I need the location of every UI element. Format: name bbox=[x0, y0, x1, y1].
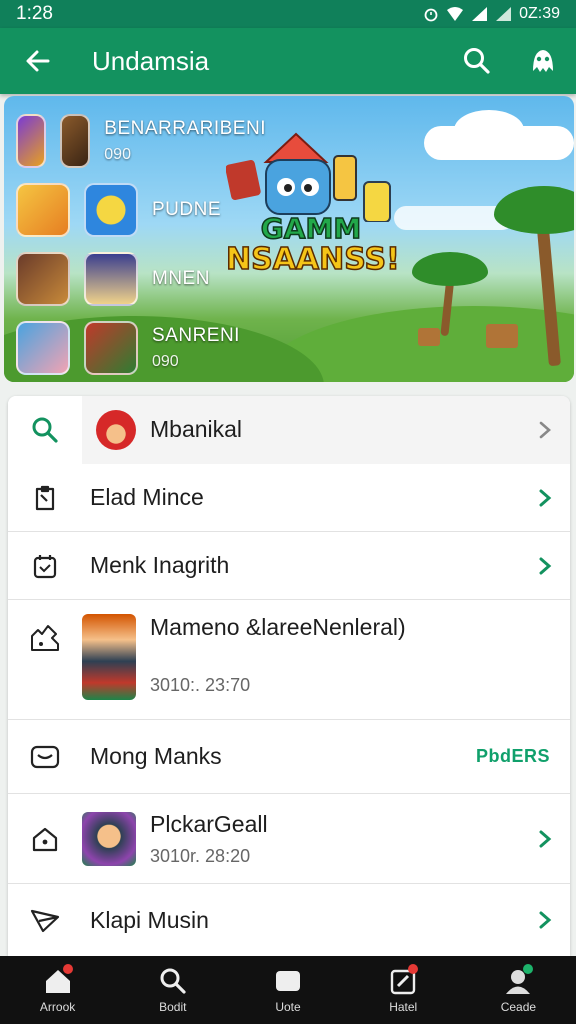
nav-label: Bodit bbox=[159, 1000, 187, 1014]
search-icon bbox=[32, 417, 58, 443]
clipboard-icon bbox=[8, 483, 82, 513]
page-title: Undamsia bbox=[92, 45, 210, 76]
chevron-right-icon bbox=[520, 488, 570, 508]
profile-icon bbox=[501, 964, 535, 996]
arrow-left-icon bbox=[26, 50, 50, 72]
palm-leaves bbox=[494, 186, 574, 234]
nav-item-search[interactable]: Bodit bbox=[115, 956, 230, 1024]
list-item-content: Mameno &lareeNenleral) 3010:. 23:70 bbox=[150, 614, 570, 696]
list-item-label: PlckarGeall bbox=[150, 810, 268, 837]
list-item-timestamp: 3010r. 28:20 bbox=[150, 845, 251, 866]
status-badge: PbdERS bbox=[475, 746, 550, 766]
game-icon bbox=[84, 182, 138, 237]
list-item[interactable]: Mameno &lareeNenleral) 3010:. 23:70 bbox=[8, 600, 570, 720]
app-bar: Undamsia bbox=[0, 28, 576, 94]
battery-text: 0Z:39 bbox=[519, 5, 560, 22]
mascot-icon bbox=[533, 50, 553, 72]
search-icon bbox=[464, 48, 490, 74]
list-item-label: Mong Manks bbox=[90, 743, 222, 769]
search-icon bbox=[156, 966, 190, 996]
notification-dot bbox=[62, 964, 73, 974]
game-logo: GAMM NSAANSS! bbox=[225, 132, 401, 282]
logo-text-bottom: NSAANSS! bbox=[225, 241, 400, 278]
chevron-right-icon bbox=[520, 910, 570, 930]
nav-item-tray[interactable]: Uote bbox=[230, 956, 345, 1024]
puzzle-icon bbox=[8, 614, 82, 654]
game-info: MNEN bbox=[152, 268, 210, 290]
status-bar: 1:28 0Z:39 bbox=[0, 0, 576, 28]
tray-icon bbox=[271, 966, 305, 996]
avatar bbox=[96, 409, 136, 450]
game-icon bbox=[16, 251, 70, 306]
nav-label: Uote bbox=[275, 1000, 301, 1014]
list-item-content: PlckarGeall 3010r. 28:20 bbox=[150, 811, 520, 867]
nav-item-profile[interactable]: Ceade bbox=[461, 956, 576, 1024]
list-item-label: Klapi Musin bbox=[90, 906, 209, 933]
wifi-icon bbox=[447, 7, 464, 21]
list-item[interactable]: PlckarGeall 3010r. 28:20 bbox=[8, 794, 570, 884]
list-item[interactable]: Klapi Musin bbox=[8, 884, 570, 956]
alarm-icon bbox=[424, 8, 438, 22]
game-score: 090 bbox=[152, 352, 179, 370]
list-item[interactable]: Mong Manks PbdERS bbox=[8, 720, 570, 794]
edit-icon bbox=[386, 964, 420, 996]
list-item[interactable]: Elad Mince bbox=[8, 464, 570, 532]
nav-label: Ceade bbox=[500, 1000, 537, 1014]
list-item-label: Menk Inagrith bbox=[90, 552, 230, 578]
signal-2-icon bbox=[496, 7, 512, 21]
game-icon bbox=[84, 251, 138, 306]
hut-decoration bbox=[418, 328, 440, 346]
list-item-label: Mbanikal bbox=[150, 416, 243, 442]
list-item-timestamp: 3010:. 23:70 bbox=[150, 675, 251, 695]
game-name: SANRENI bbox=[152, 324, 240, 346]
nav-item-home[interactable]: Arrook bbox=[0, 956, 115, 1024]
calendar-icon bbox=[8, 551, 82, 581]
nav-label: Arrook bbox=[39, 1000, 76, 1014]
chevron-right-icon bbox=[520, 420, 570, 440]
profile-button[interactable] bbox=[510, 28, 576, 94]
search-button[interactable] bbox=[444, 28, 510, 94]
list-item[interactable]: Menk Inagrith bbox=[8, 532, 570, 600]
status-icons: 0Z:39 bbox=[423, 5, 560, 23]
send-icon bbox=[8, 905, 82, 935]
back-button[interactable] bbox=[0, 28, 76, 94]
mascot-illustration bbox=[226, 132, 391, 222]
game-row[interactable]: SANRENI 090 bbox=[16, 313, 266, 382]
nav-item-edit[interactable]: Hatel bbox=[346, 956, 461, 1024]
search-field[interactable]: Mbanikal bbox=[82, 396, 570, 464]
nav-label: Hatel bbox=[389, 1000, 418, 1014]
chevron-right-icon bbox=[520, 556, 570, 576]
home-icon bbox=[41, 964, 75, 996]
list-item[interactable]: Mbanikal bbox=[8, 396, 570, 464]
list-item-label: Mameno &lareeNenleral) bbox=[150, 614, 406, 640]
game-icon bbox=[16, 182, 70, 237]
status-time: 1:28 bbox=[16, 3, 53, 24]
bottom-nav: Arrook Bodit Uote Hatel Ceade bbox=[0, 956, 576, 1024]
mail-icon bbox=[8, 743, 82, 771]
game-icon bbox=[84, 320, 138, 375]
game-info: PUDNE bbox=[152, 199, 221, 221]
game-name: MNEN bbox=[152, 267, 210, 289]
hut-decoration bbox=[486, 324, 518, 348]
chevron-right-icon bbox=[520, 829, 570, 849]
game-icon bbox=[16, 320, 70, 375]
list-item-label: Elad Mince bbox=[90, 484, 204, 510]
game-thumbnail bbox=[82, 811, 136, 866]
search-lead bbox=[8, 396, 82, 464]
game-name: PUDNE bbox=[152, 198, 222, 220]
menu-list: Mbanikal Elad Mince Menk Inagrith Mameno… bbox=[8, 396, 570, 956]
signal-icon bbox=[472, 7, 488, 21]
game-icon bbox=[16, 113, 47, 168]
palm-leaves bbox=[412, 252, 488, 286]
game-icon bbox=[60, 113, 91, 168]
game-thumbnail bbox=[82, 614, 136, 700]
game-info: SANRENI 090 bbox=[152, 325, 240, 371]
home-icon bbox=[8, 824, 82, 854]
cloud-decoration bbox=[454, 110, 524, 150]
featured-banner[interactable]: BENARRARIBENI 090 PUDNE MNEN SANRENI 090 bbox=[4, 96, 574, 382]
logo-text-top: GAMM bbox=[260, 211, 362, 246]
